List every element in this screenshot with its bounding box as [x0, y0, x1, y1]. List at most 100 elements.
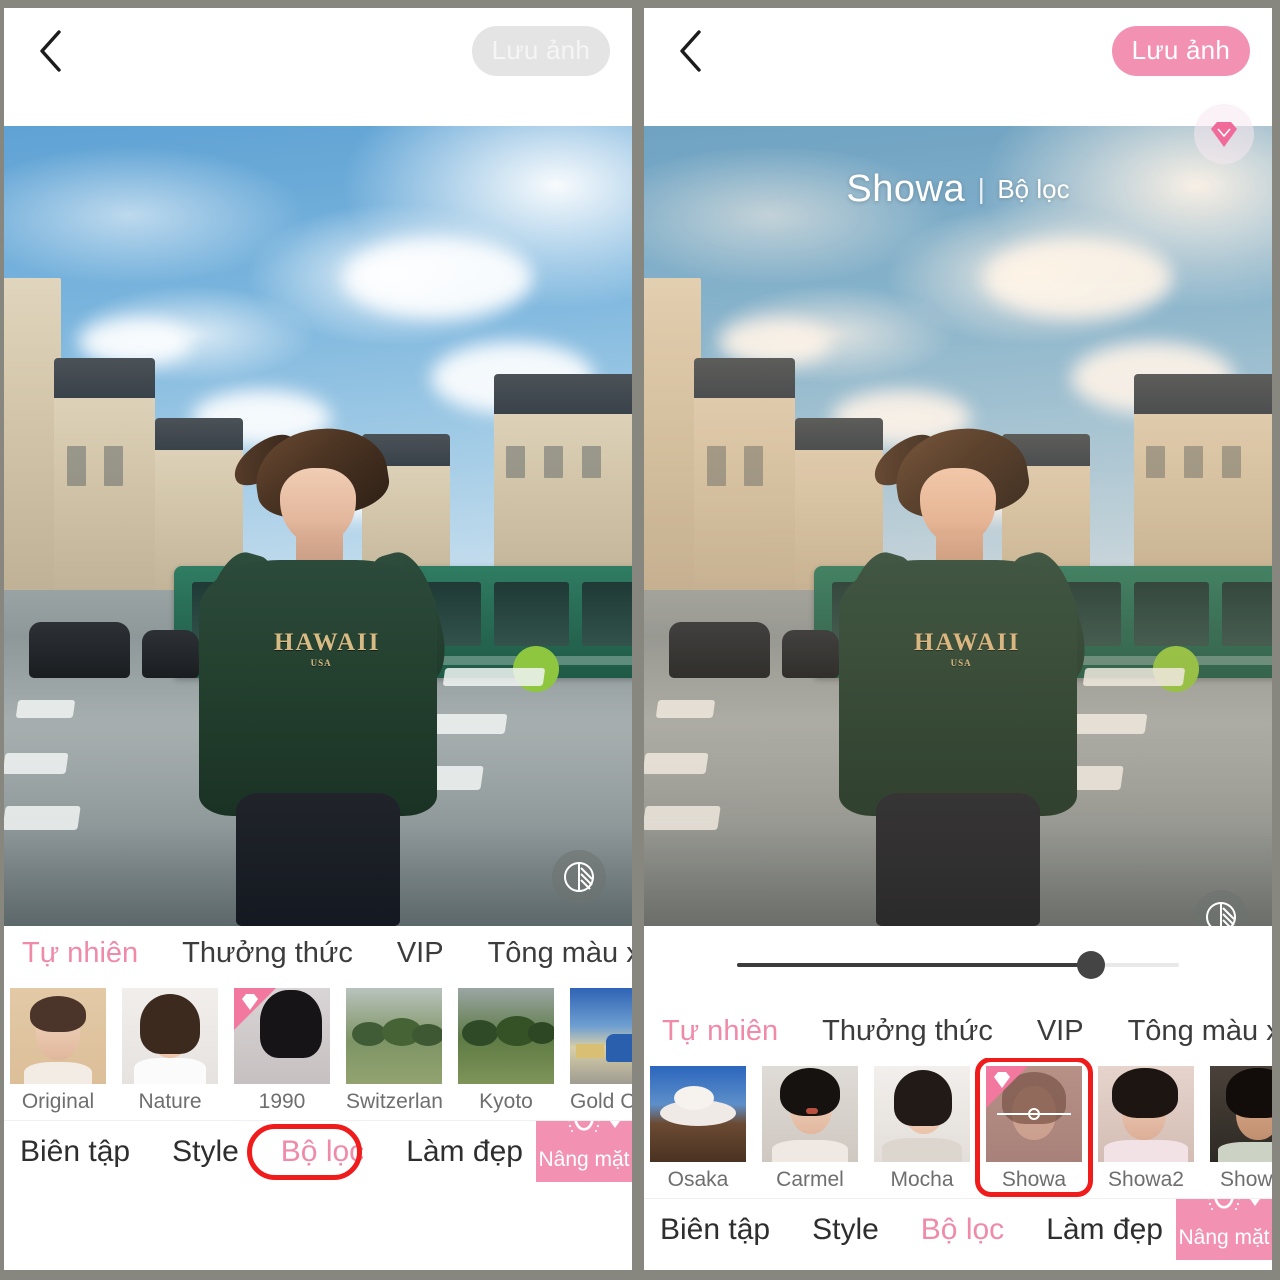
filter-preview-image	[1098, 1066, 1194, 1162]
filter-name: Nature	[138, 1090, 202, 1113]
filter-thumbnail[interactable]: 1990	[234, 988, 330, 1114]
filter-name: Kyoto	[479, 1090, 533, 1113]
photo-preview-after[interactable]: HAWAII USA Showa | Bộ lọc	[644, 126, 1272, 926]
photo-canvas: HAWAII USA	[644, 126, 1272, 926]
filter-intensity-slider[interactable]	[737, 951, 1179, 979]
filter-preview-image	[874, 1066, 970, 1162]
roof	[694, 358, 795, 398]
filter-thumbnail[interactable]: Nature	[122, 988, 218, 1114]
vip-diamond-icon	[994, 1072, 1010, 1088]
filter-thumbnail-selected[interactable]: Showa	[975, 1058, 1093, 1197]
top-bar-before: Lưu ảnh	[4, 8, 632, 126]
filter-thumbnail[interactable]: Showa3	[1210, 1066, 1272, 1192]
category-tab[interactable]: Tự nhiên	[22, 937, 138, 970]
filter-thumbnail[interactable]: Switzerland	[346, 988, 442, 1114]
filter-thumbnail[interactable]: Carmel	[762, 1066, 858, 1192]
sweatshirt	[838, 559, 1078, 816]
filter-thumbnail[interactable]: Original	[10, 988, 106, 1114]
nav-item-style[interactable]: Style	[812, 1213, 879, 1247]
fab-label: Nâng mặt	[1178, 1226, 1270, 1249]
cloud	[343, 238, 532, 318]
vip-badge[interactable]	[1194, 104, 1254, 164]
category-tab[interactable]: Thưởng thức	[822, 1015, 993, 1048]
filter-preview-image	[346, 988, 442, 1084]
filter-thumbnail[interactable]: Kyoto	[458, 988, 554, 1114]
vip-diamond-icon	[1250, 1199, 1260, 1206]
filter-thumbnail[interactable]: Showa2	[1098, 1066, 1194, 1192]
filter-name: Osaka	[667, 1168, 729, 1191]
category-tab[interactable]: Tông màu xám	[1128, 1015, 1272, 1048]
shirt-graphic: HAWAII USA	[274, 629, 381, 669]
filter-name: 1990	[258, 1090, 306, 1113]
filter-preview-image	[458, 988, 554, 1084]
category-tab[interactable]: VIP	[1037, 1015, 1084, 1048]
nav-item-style[interactable]: Style	[172, 1135, 239, 1169]
contrast-compare-icon	[564, 862, 594, 892]
face-lift-icon	[568, 1121, 600, 1132]
nav-item-lam-dep[interactable]: Làm đẹp	[1046, 1213, 1163, 1247]
face-lift-fab[interactable]: Nâng mặt	[1176, 1199, 1272, 1260]
filter-category-tabs[interactable]: Tự nhiên Thưởng thức VIP Tông màu xám Th…	[644, 1004, 1272, 1058]
category-tab[interactable]: Thưởng thức	[182, 937, 353, 970]
filter-name: Showa3	[1220, 1168, 1272, 1191]
comparison-stage: Lưu ảnh HAWAII USA Tự nhiên Thưởng thức …	[0, 0, 1280, 1280]
filter-intensity-row	[644, 926, 1272, 1004]
nav-item-bien-tap[interactable]: Biên tập	[660, 1213, 770, 1247]
slider-thumb[interactable]	[1076, 951, 1105, 979]
filter-preview-image	[122, 988, 218, 1084]
filter-thumbnail-strip[interactable]: Osaka Carmel Mocha Showa Showa2 Show	[644, 1058, 1272, 1198]
filter-thumbnail[interactable]: Mocha	[874, 1066, 970, 1192]
save-photo-button[interactable]: Lưu ảnh	[471, 26, 610, 76]
category-tab[interactable]: VIP	[397, 937, 444, 970]
back-button[interactable]	[674, 28, 708, 74]
filter-category-tabs[interactable]: Tự nhiên Thưởng thức VIP Tông màu xám Th…	[4, 926, 632, 980]
filter-thumbnail[interactable]: Gold Coast	[570, 988, 632, 1114]
controls-before: Tự nhiên Thưởng thức VIP Tông màu xám Th…	[4, 926, 632, 1182]
nav-item-bien-tap[interactable]: Biên tập	[20, 1135, 130, 1169]
bottom-navigation-before[interactable]: Biên tập Style Bộ lọc Làm đẹp Chỉn Nâng …	[4, 1120, 632, 1182]
applied-filter-label: Showa | Bộ lọc	[644, 168, 1272, 211]
category-tab[interactable]: Tự nhiên	[662, 1015, 778, 1048]
nav-item-lam-dep[interactable]: Làm đẹp	[406, 1135, 523, 1169]
sweatshirt	[198, 559, 438, 816]
filter-name: Switzerland	[346, 1090, 442, 1113]
filter-preview-image	[10, 988, 106, 1084]
slider-fill	[737, 963, 1091, 967]
thumbnail-intensity-slider[interactable]	[997, 1106, 1071, 1122]
filter-title-name: Showa	[846, 168, 966, 210]
fab-label: Nâng mặt	[538, 1148, 630, 1171]
panel-after: Lưu ảnh HAWAII USA Showa | Bộ lọc Tự nhi…	[644, 8, 1272, 1270]
back-button[interactable]	[34, 28, 68, 74]
filter-thumbnail-strip[interactable]: Original Nature 1990 Switzerlan Kyoto Go…	[4, 980, 632, 1120]
vip-diamond-icon	[242, 994, 258, 1010]
nav-item-bo-loc[interactable]: Bộ lọc	[921, 1213, 1004, 1247]
filter-name: Showa2	[1108, 1168, 1184, 1191]
filter-thumbnail[interactable]: Osaka	[650, 1066, 746, 1192]
filter-name: Gold Coast	[570, 1090, 632, 1113]
face-lift-fab[interactable]: Nâng mặt	[536, 1121, 632, 1182]
filter-name: Carmel	[776, 1168, 844, 1191]
roof	[54, 358, 155, 398]
bottom-navigation-after[interactable]: Biên tập Style Bộ lọc Làm đẹp Chỉn Nâng …	[644, 1198, 1272, 1260]
filter-name: Showa	[1001, 1168, 1067, 1191]
filter-name: Mocha	[890, 1168, 954, 1191]
roof	[493, 374, 632, 414]
chevron-left-icon	[680, 30, 701, 72]
filter-preview-image	[650, 1066, 746, 1162]
face-lift-icon	[1208, 1199, 1240, 1210]
save-photo-button[interactable]: Lưu ảnh	[1111, 26, 1250, 76]
subject-person: HAWAII USA	[644, 414, 1272, 926]
photo-preview-before[interactable]: HAWAII USA	[4, 126, 632, 926]
category-tab[interactable]: Tông màu xám	[488, 937, 632, 970]
filter-title-category: Bộ lọc	[997, 174, 1070, 204]
mini-slider-knob	[1028, 1108, 1040, 1120]
nav-item-bo-loc[interactable]: Bộ lọc	[281, 1135, 364, 1169]
shirt-graphic: HAWAII USA	[914, 629, 1021, 669]
roof	[1133, 374, 1272, 414]
pants	[876, 792, 1040, 926]
subject-person: HAWAII USA	[4, 414, 632, 926]
vip-diamond-icon	[1211, 122, 1237, 147]
panel-before: Lưu ảnh HAWAII USA Tự nhiên Thưởng thức …	[4, 8, 632, 1270]
compare-toggle-button[interactable]	[552, 850, 606, 904]
filter-title-separator: |	[977, 173, 985, 204]
